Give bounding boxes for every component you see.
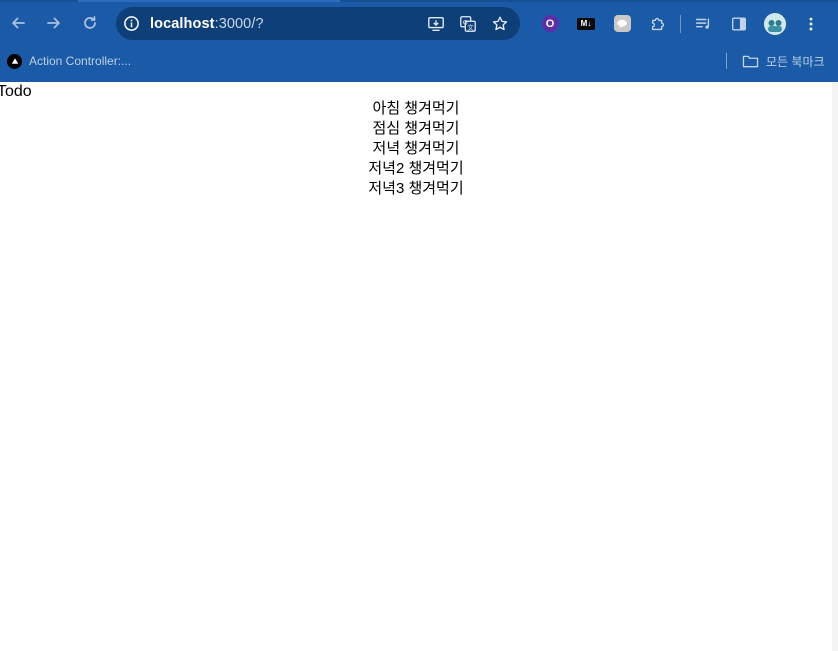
media-queue-icon bbox=[695, 18, 710, 29]
back-button[interactable] bbox=[0, 5, 36, 41]
forward-button[interactable] bbox=[36, 5, 72, 41]
translate-icon: G 文 bbox=[460, 15, 476, 32]
url-host: localhost bbox=[150, 15, 215, 32]
profile-button[interactable] bbox=[757, 7, 793, 40]
install-app-button[interactable] bbox=[424, 12, 448, 36]
url-path: :3000/? bbox=[214, 15, 264, 32]
reload-button[interactable] bbox=[72, 5, 108, 41]
info-icon bbox=[123, 16, 139, 31]
url-text[interactable]: localhost:3000/? bbox=[150, 16, 264, 32]
list-item: 아침 챙겨먹기 bbox=[372, 100, 460, 117]
side-panel-button[interactable] bbox=[721, 7, 757, 40]
extension-markdown-button[interactable]: M↓ bbox=[568, 7, 604, 40]
kebab-menu-icon bbox=[809, 17, 813, 30]
bookmark-star-button[interactable] bbox=[488, 12, 512, 36]
tab-strip bbox=[0, 0, 838, 2]
list-item: 점심 챙겨먹기 bbox=[372, 120, 460, 137]
bookmarks-bar: Action Controller:... 모든 북마크 bbox=[0, 46, 838, 76]
browser-menu-button[interactable] bbox=[793, 7, 829, 40]
toolbar-divider bbox=[680, 14, 681, 33]
translate-button[interactable]: G 文 bbox=[456, 12, 480, 36]
reload-icon bbox=[84, 16, 96, 29]
bookmark-label: Action Controller:... bbox=[29, 54, 132, 68]
avatar bbox=[764, 12, 786, 35]
all-bookmarks-label: 모든 북마크 bbox=[766, 54, 825, 69]
bookmark-item[interactable]: Action Controller:... bbox=[7, 53, 132, 69]
side-panel-icon bbox=[732, 16, 746, 31]
folder-icon bbox=[742, 55, 759, 67]
install-app-icon bbox=[428, 16, 444, 31]
extension-toolbar: O M↓ bbox=[532, 7, 829, 40]
site-info-button[interactable] bbox=[120, 13, 142, 35]
extensions-menu-button[interactable] bbox=[640, 7, 676, 40]
page-content: Todo 아침 챙겨먹기 점심 챙겨먹기 저녁 챙겨먹기 저녁2 챙겨먹기 저녁… bbox=[0, 82, 838, 651]
svg-text:文: 文 bbox=[467, 22, 474, 31]
chat-bubble-icon bbox=[613, 15, 631, 32]
bookmarks-divider bbox=[726, 53, 727, 69]
list-item: 저녁3 챙겨먹기 bbox=[368, 180, 464, 197]
browser-chrome: localhost:3000/? G 文 O M↓ Action Control… bbox=[0, 0, 838, 82]
markdown-icon: M↓ bbox=[577, 17, 595, 30]
arrow-right-icon bbox=[47, 17, 60, 29]
browser-toolbar: localhost:3000/? G 文 O M↓ bbox=[0, 3, 838, 43]
rails-triangle-icon bbox=[7, 53, 22, 69]
active-tab[interactable] bbox=[78, 0, 340, 2]
scrollbar[interactable] bbox=[832, 82, 838, 651]
list-item: 저녁 챙겨먹기 bbox=[372, 140, 460, 157]
reading-list-button[interactable] bbox=[685, 7, 721, 40]
omnibox-actions: G 文 bbox=[424, 7, 512, 40]
star-icon bbox=[492, 16, 508, 30]
extension-o-button[interactable]: O bbox=[532, 7, 568, 40]
puzzle-icon bbox=[651, 17, 665, 30]
arrow-left-icon bbox=[12, 17, 25, 29]
address-bar[interactable]: localhost:3000/? G 文 bbox=[116, 7, 520, 40]
extension-chat-button[interactable] bbox=[604, 7, 640, 40]
all-bookmarks-button[interactable]: 모든 북마크 bbox=[742, 46, 825, 76]
list-item: 저녁2 챙겨먹기 bbox=[368, 160, 464, 177]
extension-o-icon: O bbox=[541, 15, 559, 32]
todo-list: 아침 챙겨먹기 점심 챙겨먹기 저녁 챙겨먹기 저녁2 챙겨먹기 저녁3 챙겨먹… bbox=[0, 99, 832, 199]
